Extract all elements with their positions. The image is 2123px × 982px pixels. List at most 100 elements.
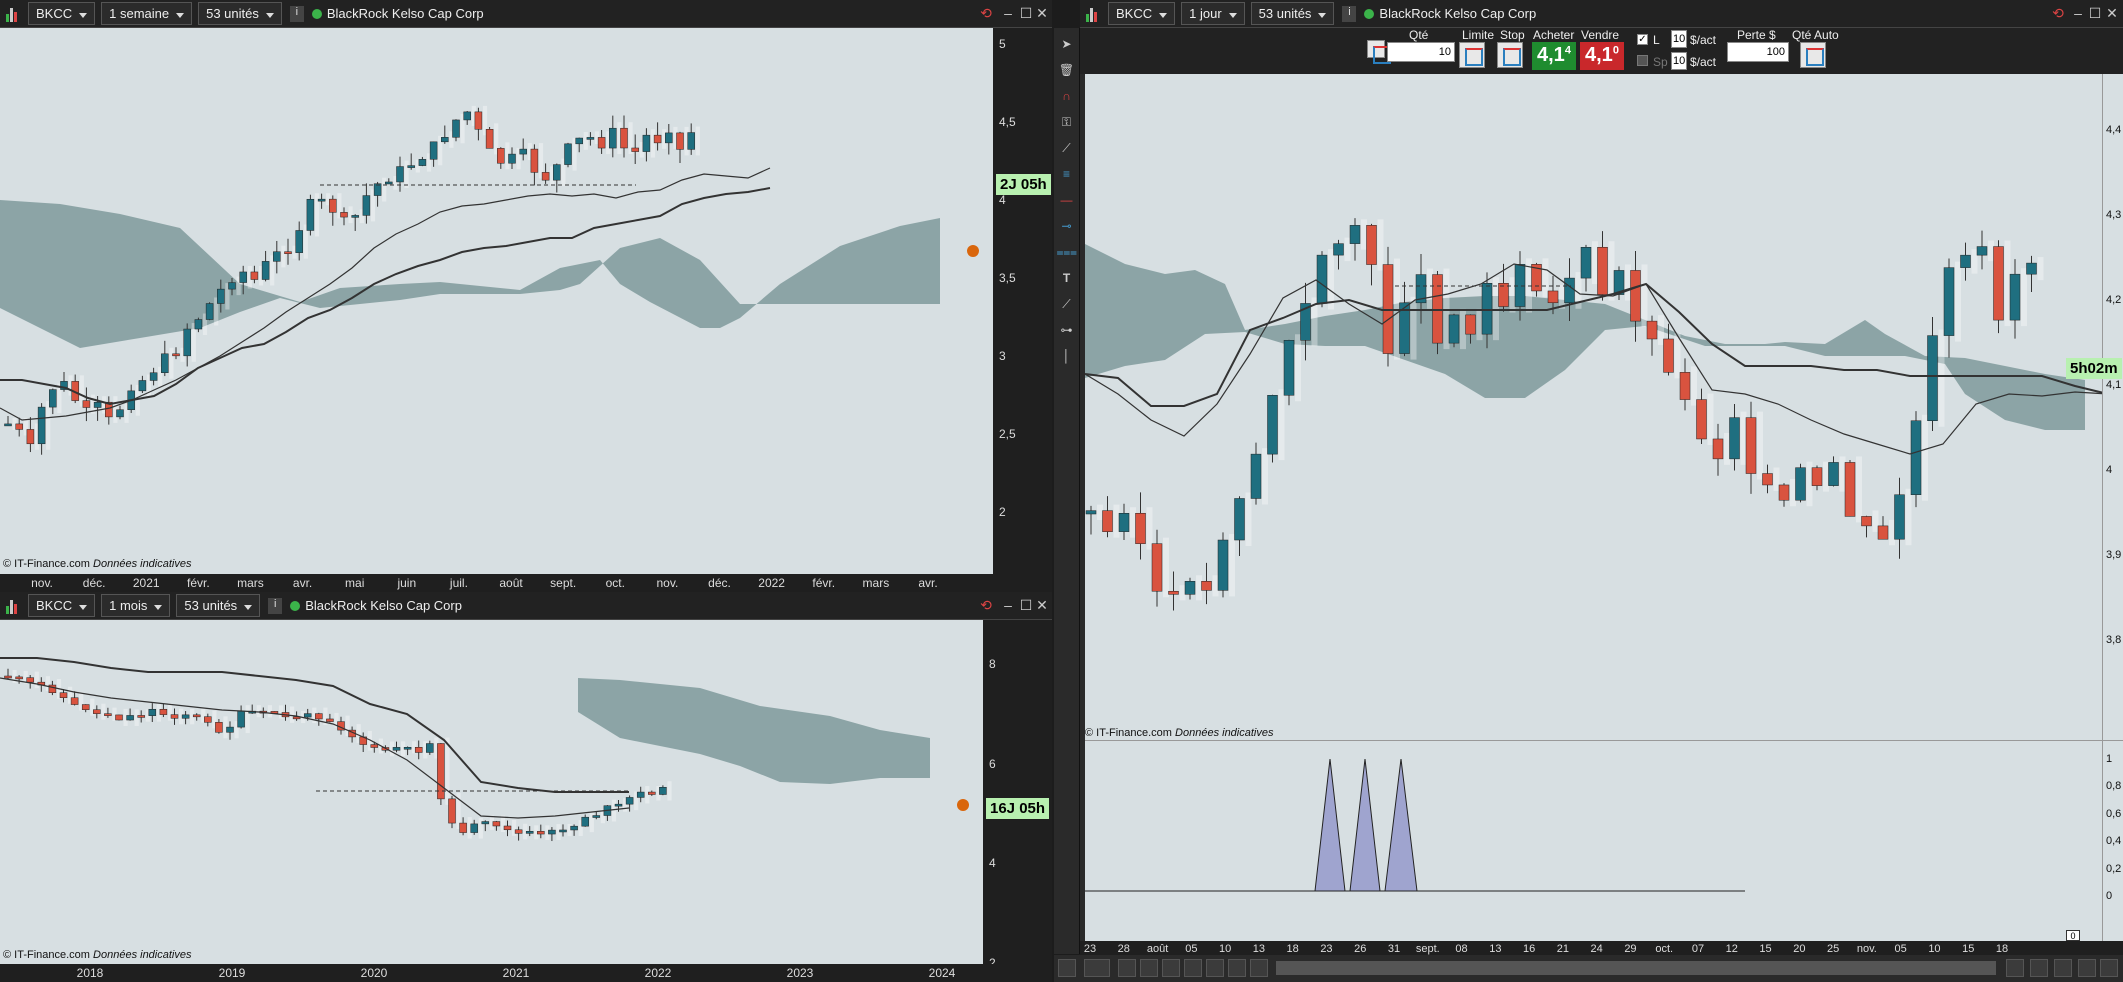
text-icon[interactable]: T (1057, 268, 1077, 288)
link-icon[interactable]: ⟲ (978, 597, 994, 613)
lagging-candle (1262, 448, 1268, 505)
symbol-dropdown[interactable]: BKCC (28, 2, 96, 25)
buy-button[interactable]: 4,14 (1532, 42, 1576, 70)
info-icon[interactable]: i (268, 597, 283, 614)
timeframe-dropdown[interactable]: 1 mois (101, 594, 171, 617)
indicator-icon[interactable] (1162, 959, 1180, 977)
zoom-in-icon[interactable] (2054, 959, 2072, 977)
units-dropdown[interactable]: 53 unités (198, 2, 282, 25)
export-icon[interactable] (1250, 959, 1268, 977)
l-input[interactable] (1671, 30, 1687, 48)
ray-icon[interactable]: ⊸ (1057, 216, 1077, 236)
lagging-candle (1839, 456, 1846, 492)
minimize-icon[interactable]: – (1000, 5, 1016, 21)
y-tick-label: 6 (989, 756, 996, 771)
lock-icon[interactable]: ⚿ (1057, 112, 1077, 132)
stop-order-icon[interactable] (1497, 42, 1523, 68)
sp-input[interactable] (1671, 52, 1687, 70)
candle-body (396, 166, 404, 183)
candle-body (226, 726, 234, 733)
sp-checkbox[interactable] (1637, 55, 1648, 66)
price-chart-daily[interactable] (1085, 74, 2102, 740)
maximize-icon[interactable]: ☐ (1018, 597, 1034, 613)
lagging-candle (2004, 240, 2011, 327)
qty-input[interactable] (1387, 42, 1455, 62)
minimize-icon[interactable]: – (2070, 5, 2086, 21)
candle-body (93, 401, 102, 408)
timeframe-dropdown[interactable]: 1 jour (1181, 2, 1245, 25)
lagging-candle (1410, 296, 1417, 360)
template-icon[interactable] (1184, 959, 1202, 977)
x-tick-label: 2022 (758, 576, 785, 590)
share-icon[interactable] (1118, 959, 1136, 977)
chart-panel-daily[interactable]: BKCC 1 jour 53 unités i BlackRock Kelso … (1080, 0, 2123, 955)
auto-qty-icon[interactable] (1800, 42, 1826, 68)
timeframe-dropdown[interactable]: 1 semaine (101, 2, 193, 25)
candle-body (1630, 270, 1641, 322)
pencil-icon[interactable] (1058, 959, 1076, 977)
close-icon[interactable]: ✕ (2104, 5, 2120, 21)
y-tick-label: 0,6 (2106, 807, 2122, 820)
x-tick-label: 18 (1286, 943, 1299, 955)
reset-zoom-icon[interactable] (2078, 959, 2096, 977)
candle-body (205, 303, 214, 320)
fullscreen-icon[interactable] (2100, 959, 2118, 977)
save-icon[interactable] (2006, 959, 2024, 977)
alert-icon[interactable] (1206, 959, 1224, 977)
info-icon[interactable]: i (289, 5, 304, 22)
lagging-candle (583, 132, 588, 150)
alert-marker[interactable] (967, 245, 979, 257)
cursor-icon[interactable]: ➤ (1057, 34, 1077, 54)
maximize-icon[interactable]: ☐ (1018, 5, 1034, 21)
channel-icon[interactable]: ⩶ (1057, 242, 1078, 262)
candle-body (317, 198, 326, 202)
x-tick-label: 18 (1995, 943, 2009, 955)
x-tick-label: 2021 (132, 576, 160, 590)
close-icon[interactable]: ✕ (1034, 5, 1050, 21)
lagging-candle (169, 347, 174, 379)
vertical-line-icon[interactable]: │ (1057, 346, 1077, 366)
segment-icon[interactable]: ⊶ (1057, 320, 1077, 340)
horizontal-line-icon[interactable]: — (1057, 190, 1077, 210)
trendline-icon[interactable]: ⟋ (1057, 294, 1077, 314)
chart-app-icon (6, 6, 22, 22)
fibonacci-icon[interactable]: ≡ (1057, 164, 1077, 184)
chart-type-icon[interactable] (1084, 959, 1110, 977)
l-checkbox[interactable]: ✓ (1637, 34, 1648, 45)
sell-button[interactable]: 4,10 (1580, 42, 1624, 70)
chart-panel-monthly[interactable]: BKCC 1 mois 53 unités i BlackRock Kelso … (0, 592, 1052, 982)
lagging-candle (589, 811, 594, 833)
price-chart-weekly[interactable] (0, 28, 993, 574)
candle-body (570, 825, 578, 831)
info-icon[interactable]: i (1342, 5, 1357, 22)
y-tick-label: 2,5 (999, 427, 1016, 441)
candle-body (1168, 590, 1179, 595)
price-chart-monthly[interactable] (0, 620, 983, 964)
trash-icon[interactable]: 🗑 (1057, 60, 1077, 80)
magnet-icon[interactable]: ∩ (1057, 86, 1077, 106)
link-icon[interactable]: ⟲ (2050, 5, 2066, 21)
chart-panel-weekly[interactable]: BKCC 1 semaine 53 unités i BlackRock Kel… (0, 0, 1052, 592)
compare-icon[interactable] (1140, 959, 1158, 977)
close-icon[interactable]: ✕ (1034, 597, 1050, 613)
zoom-out-icon[interactable] (2030, 959, 2048, 977)
candle-body (70, 697, 79, 705)
candle-body (1663, 338, 1674, 373)
units-dropdown[interactable]: 53 unités (176, 594, 261, 617)
ruler-icon[interactable]: ⟋ (1057, 138, 1077, 158)
loss-input[interactable] (1727, 42, 1789, 62)
maximize-icon[interactable]: ☐ (2087, 5, 2103, 21)
time-scrollbar[interactable] (1276, 961, 1996, 975)
symbol-dropdown[interactable]: BKCC (1108, 2, 1176, 25)
l-label: L (1653, 33, 1660, 47)
screener-icon[interactable] (1228, 959, 1246, 977)
minimize-icon[interactable]: – (1000, 597, 1016, 613)
units-dropdown[interactable]: 53 unités (1250, 2, 1335, 25)
limit-order-icon[interactable] (1459, 42, 1485, 68)
link-icon[interactable]: ⟲ (978, 5, 994, 21)
order-settings-icon[interactable] (1367, 40, 1391, 64)
symbol-dropdown[interactable]: BKCC (28, 594, 96, 617)
candle-body (548, 829, 556, 835)
alert-marker[interactable] (957, 799, 969, 811)
indicator-pane[interactable] (1085, 741, 2102, 941)
